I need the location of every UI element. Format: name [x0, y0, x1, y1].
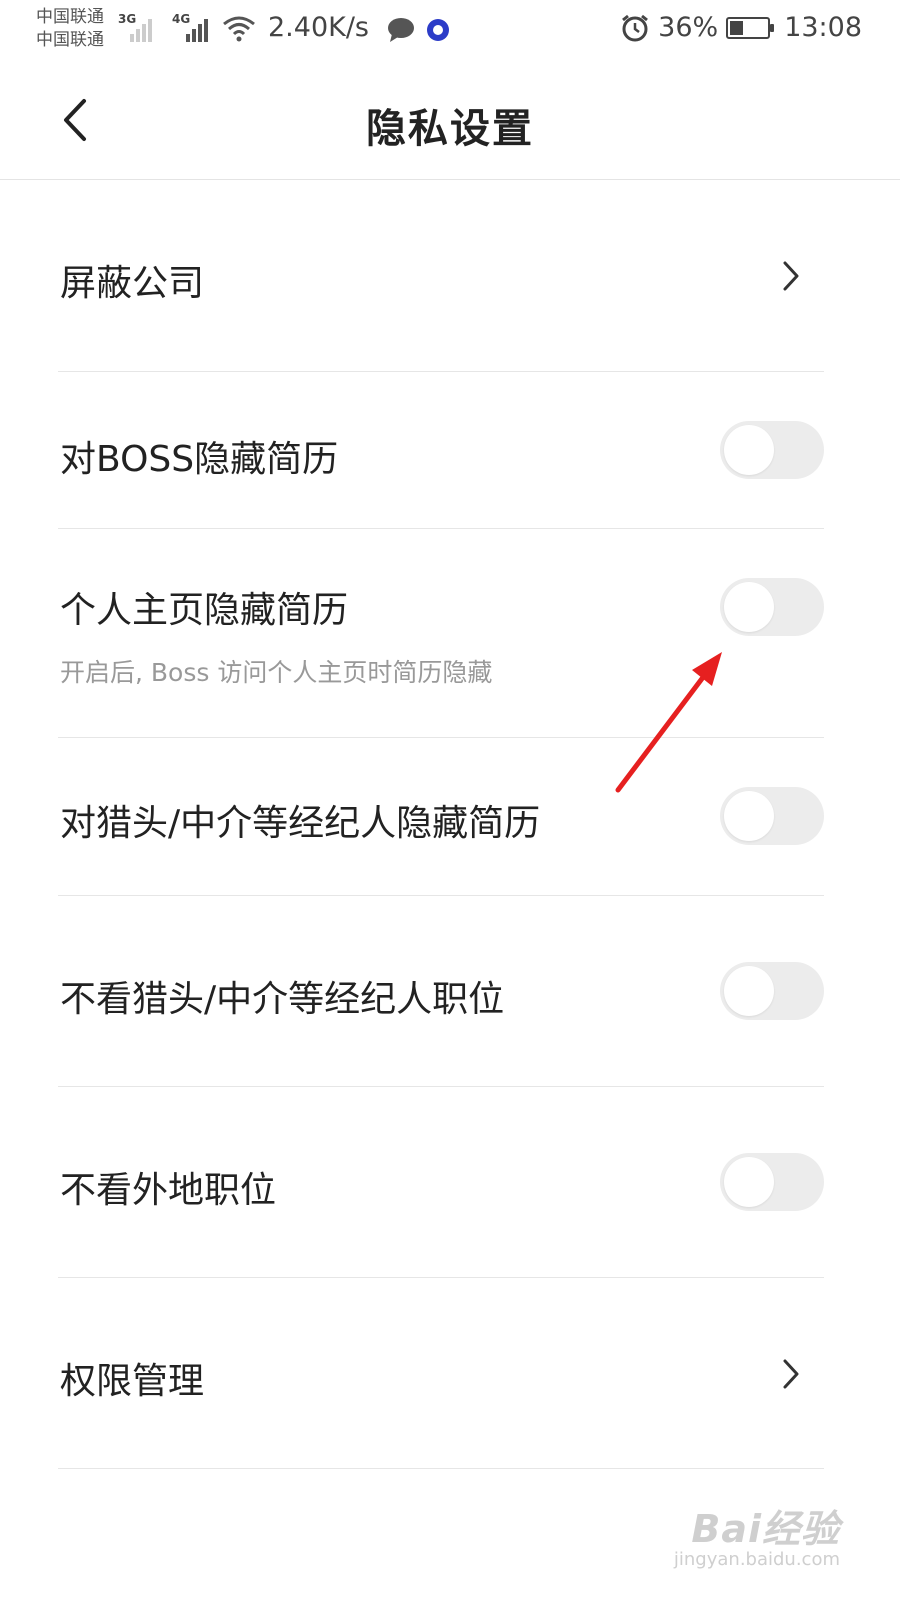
settings-row-permission-management[interactable]: 权限管理: [58, 1278, 824, 1469]
battery-charging-icon: [726, 16, 775, 39]
watermark: Bai经验 jingyan.baidu.com: [674, 1498, 840, 1570]
row-description: 开启后, Boss 访问个人主页时简历隐藏: [60, 658, 493, 687]
watermark-url: jingyan.baidu.com: [673, 1549, 840, 1570]
row-label: 权限管理: [60, 1361, 205, 1402]
status-bar: 中国联通 中国联通 3G 4G 2.40K/s 36% 13:08: [0, 0, 900, 62]
watermark-logo: Bai经验: [691, 1507, 840, 1551]
clock-time: 13:08: [784, 12, 862, 43]
toggle-knob: [724, 582, 774, 632]
hide-other-city-jobs-toggle[interactable]: [720, 1153, 824, 1211]
toggle-knob: [724, 966, 774, 1016]
signal-3g-icon: [130, 14, 152, 42]
wifi-icon: [223, 16, 255, 42]
annotation-arrow-icon: [615, 652, 722, 793]
hide-from-boss-toggle[interactable]: [720, 421, 824, 479]
network-speed: 2.40K/s: [268, 12, 369, 43]
signal-4g-icon: [186, 14, 208, 42]
hide-on-homepage-toggle[interactable]: [720, 578, 824, 636]
chevron-right-icon: [783, 261, 799, 291]
status-right: 36% 13:08: [620, 12, 862, 43]
row-label: 不看猎头/中介等经纪人职位: [60, 979, 505, 1020]
settings-row-block-companies[interactable]: 屏蔽公司: [58, 180, 824, 372]
toggle-knob: [724, 1157, 774, 1207]
settings-row-hide-headhunter-jobs: 不看猎头/中介等经纪人职位: [58, 896, 824, 1087]
nav-bar: 隐私设置: [0, 62, 900, 180]
carrier-2: 中国联通: [36, 30, 104, 50]
settings-row-hide-other-city-jobs: 不看外地职位: [58, 1087, 824, 1278]
row-label: 个人主页隐藏简历: [60, 590, 349, 631]
row-label: 对BOSS隐藏简历: [60, 439, 339, 480]
settings-row-hide-from-boss: 对BOSS隐藏简历: [58, 372, 824, 529]
battery-level: [730, 20, 744, 35]
row-label: 屏蔽公司: [60, 263, 205, 304]
page-title: 隐私设置: [366, 106, 534, 152]
chevron-right-icon: [783, 1359, 799, 1389]
chat-icon: [388, 18, 414, 42]
alarm-icon: [622, 14, 649, 41]
app-notification-icon: [427, 19, 449, 41]
row-label: 不看外地职位: [60, 1170, 277, 1211]
row-label: 对猎头/中介等经纪人隐藏简历: [60, 803, 541, 844]
toggle-knob: [724, 425, 774, 475]
hide-headhunter-jobs-toggle[interactable]: [720, 962, 824, 1020]
carrier-1: 中国联通: [36, 7, 104, 27]
battery-percent: 36%: [658, 12, 719, 43]
carrier-info: 中国联通 中国联通: [36, 6, 104, 52]
